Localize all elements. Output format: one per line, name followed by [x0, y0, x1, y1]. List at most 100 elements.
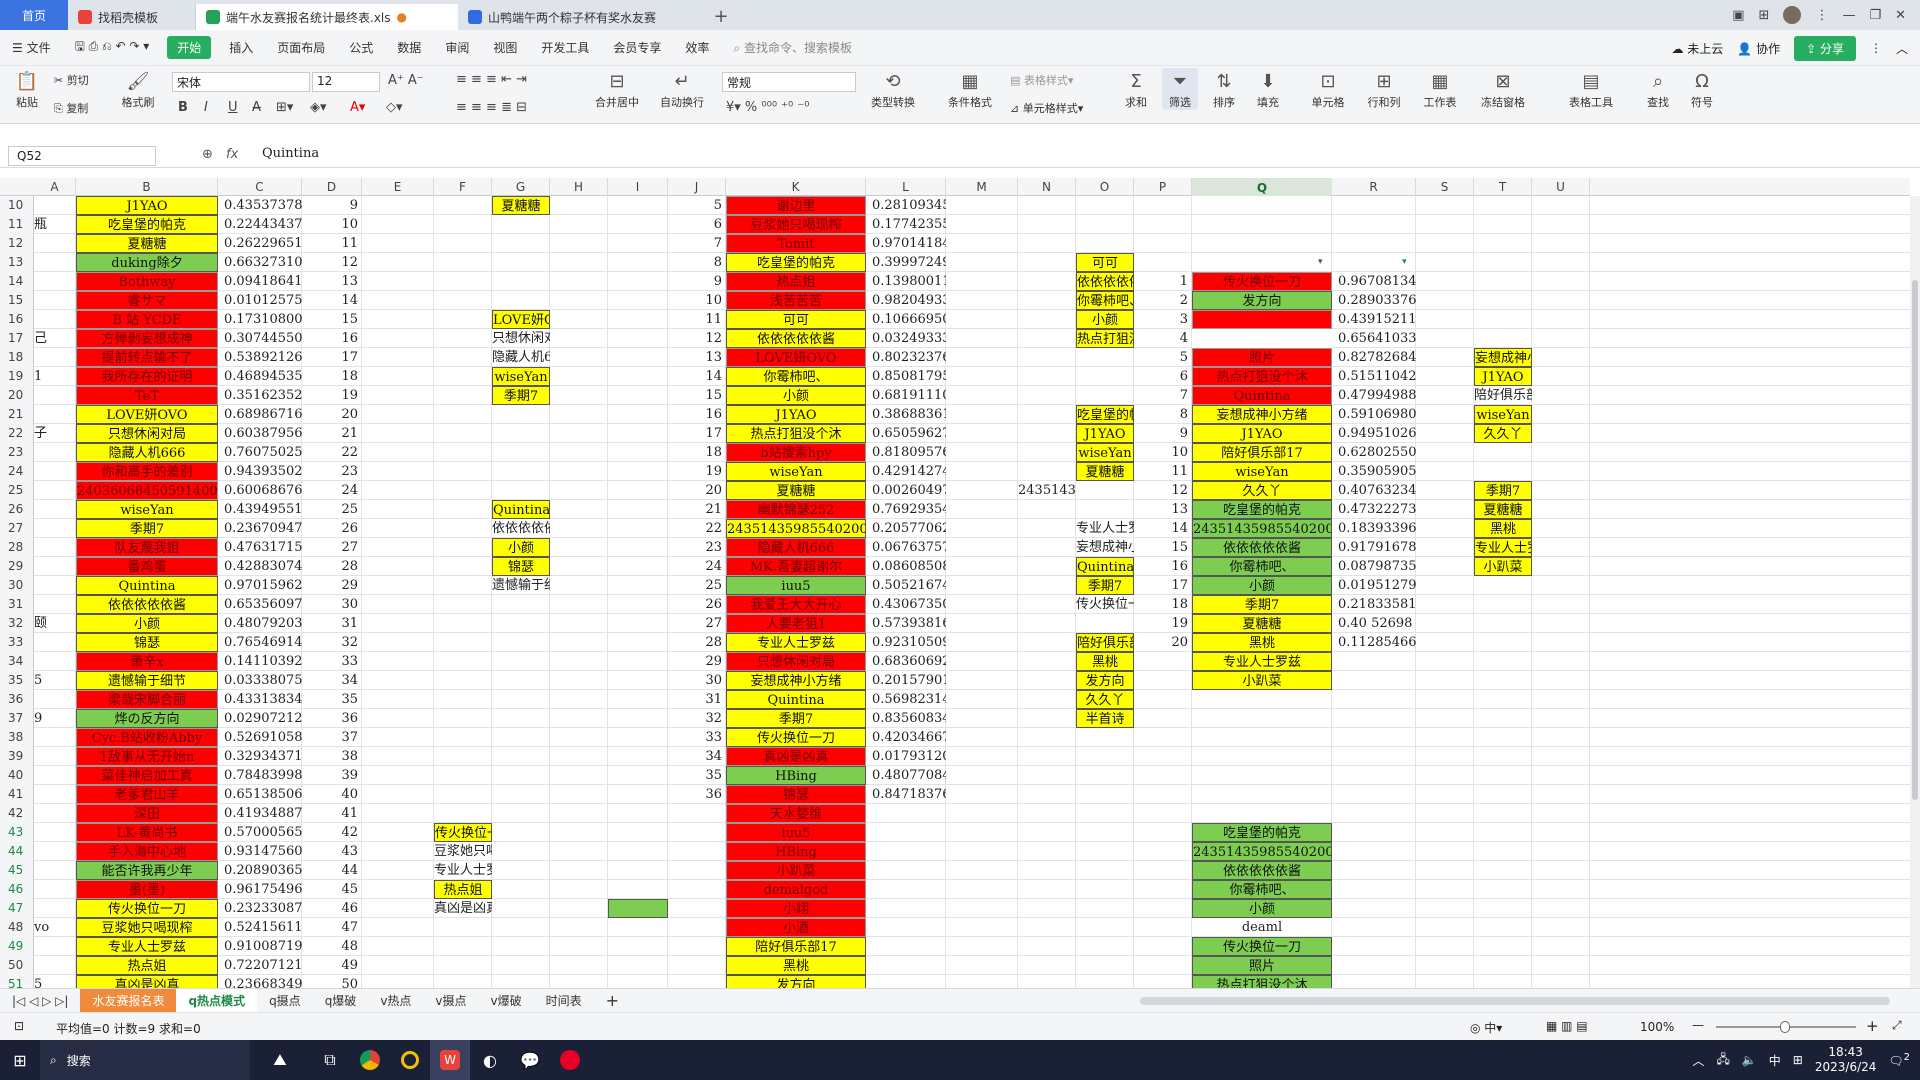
- cell-c-value[interactable]: 0.029072124: [218, 709, 302, 728]
- cell-g-name[interactable]: 锦瑟: [492, 557, 550, 576]
- cell-l-value[interactable]: 0.505216749: [866, 576, 946, 595]
- cell-g-name[interactable]: 隐藏人机666: [492, 348, 550, 367]
- cell-b-name[interactable]: Cyc.B站收粉Abby: [76, 728, 218, 747]
- cell-q-name[interactable]: wiseYan: [1192, 462, 1332, 481]
- menu-data[interactable]: 数据: [385, 39, 433, 56]
- cell-c-value[interactable]: 0.931475601: [218, 842, 302, 861]
- cell-p-index[interactable]: 5: [1134, 348, 1192, 367]
- menu-member[interactable]: 会员专享: [601, 39, 673, 56]
- cell-p-index[interactable]: 4: [1134, 329, 1192, 348]
- cell-q-name[interactable]: 照片: [1192, 348, 1332, 367]
- column-header-m[interactable]: M: [946, 178, 1018, 196]
- row-header[interactable]: 14: [0, 272, 33, 291]
- cell-l-value[interactable]: 0.281093456: [866, 196, 946, 215]
- cell-o-name[interactable]: 发方向: [1076, 671, 1134, 690]
- cell-r-value[interactable]: 0.439152116: [1332, 310, 1416, 329]
- find-button[interactable]: ⌕ 查找: [1640, 70, 1676, 110]
- cell-q-name[interactable]: 小颜: [1192, 899, 1332, 918]
- worksheet-button[interactable]: ▦ 工作表: [1416, 70, 1464, 110]
- cell-j-index[interactable]: 26: [668, 595, 726, 614]
- tray-expand-icon[interactable]: ︿: [1692, 1052, 1704, 1069]
- cell-f-name[interactable]: 真凶是凶真: [434, 899, 492, 918]
- layout-icon[interactable]: ▣: [1732, 8, 1744, 23]
- align-top-icon[interactable]: ≡ ≡ ≡ ⇤ ⇥: [456, 72, 527, 87]
- cell-c-value[interactable]: 0.329343715: [218, 747, 302, 766]
- fullscreen-icon[interactable]: ⤢: [1892, 1018, 1902, 1033]
- cell-b-name[interactable]: 能否许我再少年: [76, 861, 218, 880]
- windows-start-icon[interactable]: ⊞: [0, 1040, 40, 1080]
- sheet-tab[interactable]: v爆破: [479, 989, 534, 1013]
- minimize-icon[interactable]: —: [1842, 8, 1855, 23]
- cell-j-index[interactable]: 11: [668, 310, 726, 329]
- cell-l-value[interactable]: 0.106669502: [866, 310, 946, 329]
- cell-r-value[interactable]: 0.827826843: [1332, 348, 1416, 367]
- cell-k-name[interactable]: 锦瑟: [726, 785, 866, 804]
- cell-d-index[interactable]: 25: [302, 500, 362, 519]
- ime-grid-icon[interactable]: ⊞: [1793, 1053, 1803, 1067]
- cells-button[interactable]: ⊡ 单元格: [1304, 70, 1352, 110]
- cell-d-index[interactable]: 10: [302, 215, 362, 234]
- cell-p-index[interactable]: 10: [1134, 443, 1192, 462]
- cell-j-index[interactable]: 32: [668, 709, 726, 728]
- cell-c-value[interactable]: 0.760750258: [218, 443, 302, 462]
- row-header[interactable]: 33: [0, 633, 33, 652]
- cell-b-name[interactable]: 番鸡蛋: [76, 557, 218, 576]
- cell-c-value[interactable]: 0.435373782: [218, 196, 302, 215]
- cell-g-name[interactable]: 夏糖糖: [492, 196, 550, 215]
- cell-c-value[interactable]: 0.419348877: [218, 804, 302, 823]
- menu-formulas[interactable]: 公式: [337, 39, 385, 56]
- cell-d-index[interactable]: 21: [302, 424, 362, 443]
- cell-c-value[interactable]: 0.53892126: [218, 348, 302, 367]
- taskbar-search[interactable]: ⌕ 搜索: [40, 1040, 250, 1080]
- cell-d-index[interactable]: 50: [302, 975, 362, 988]
- cell-d-index[interactable]: 9: [302, 196, 362, 215]
- cell-d-index[interactable]: 30: [302, 595, 362, 614]
- zoom-in-icon[interactable]: +: [1866, 1017, 1879, 1035]
- cell-b-name[interactable]: Quintina: [76, 576, 218, 595]
- cell-l-value[interactable]: 0.769293542: [866, 500, 946, 519]
- restore-icon[interactable]: ❐: [1869, 8, 1881, 23]
- grid-icon[interactable]: ⊞: [1759, 8, 1770, 23]
- cell-b-name[interactable]: B 站 YCDE: [76, 310, 218, 329]
- column-header-p[interactable]: P: [1134, 178, 1192, 196]
- cell-t-name[interactable]: 小趴菜: [1474, 557, 1532, 576]
- cell-c-value[interactable]: 0.232330879: [218, 899, 302, 918]
- cell-d-index[interactable]: 45: [302, 880, 362, 899]
- cell-c-value[interactable]: 0.428830746: [218, 557, 302, 576]
- cell-j-index[interactable]: 24: [668, 557, 726, 576]
- cell-l-value[interactable]: 0.683606922: [866, 652, 946, 671]
- row-header[interactable]: 39: [0, 747, 33, 766]
- cell-r-value[interactable]: 0.359059052: [1332, 462, 1416, 481]
- cell-j-index[interactable]: 33: [668, 728, 726, 747]
- wechat-icon[interactable]: 💬: [510, 1040, 550, 1080]
- cell-d-index[interactable]: 17: [302, 348, 362, 367]
- cell-c-value[interactable]: 0.208903659: [218, 861, 302, 880]
- menu-icon[interactable]: ⋮: [1815, 8, 1828, 23]
- cell-b-name[interactable]: 热点姐: [76, 956, 218, 975]
- tab-templates[interactable]: 找稻壳模板: [68, 4, 196, 30]
- cell-k-name[interactable]: 可可: [726, 310, 866, 329]
- cell-p-index[interactable]: 11: [1134, 462, 1192, 481]
- clear-icon[interactable]: ◇▾: [386, 100, 403, 115]
- cell-b-name[interactable]: 遗憾输于细节: [76, 671, 218, 690]
- cell-b-name[interactable]: 墨(墨): [76, 880, 218, 899]
- cell-c-value[interactable]: 0.224434374: [218, 215, 302, 234]
- cell-a[interactable]: 9: [34, 709, 76, 728]
- add-sheet-icon[interactable]: +: [594, 989, 631, 1013]
- cell-k-name[interactable]: 黑桃: [726, 956, 866, 975]
- cell-r-value[interactable]: 0.289033768: [1332, 291, 1416, 310]
- row-header[interactable]: 13: [0, 253, 33, 272]
- row-header[interactable]: 12: [0, 234, 33, 253]
- cell-d-index[interactable]: 15: [302, 310, 362, 329]
- cell-r-value[interactable]: 0.473222738: [1332, 500, 1416, 519]
- task-view-icon[interactable]: ⧉: [310, 1040, 350, 1080]
- cell-b-name[interactable]: LOVE妍OVO: [76, 405, 218, 424]
- cell-k-name[interactable]: Quintina: [726, 690, 866, 709]
- font-family-select[interactable]: 宋体: [172, 72, 310, 92]
- cell-j-index[interactable]: 23: [668, 538, 726, 557]
- cell-g-name[interactable]: 小颜: [492, 538, 550, 557]
- row-header[interactable]: 17: [0, 329, 33, 348]
- orange-app-icon[interactable]: [390, 1040, 430, 1080]
- cell-r-value[interactable]: 0.183933966: [1332, 519, 1416, 538]
- row-header[interactable]: 46: [0, 880, 33, 899]
